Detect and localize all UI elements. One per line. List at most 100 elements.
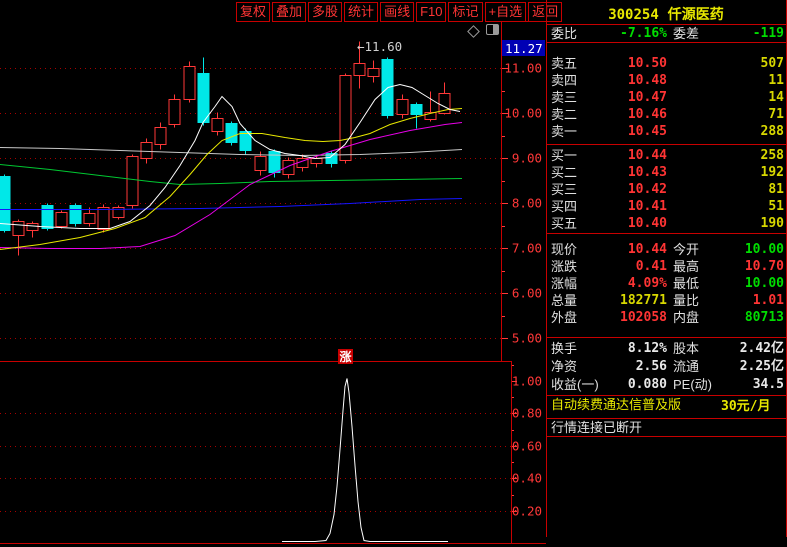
level-label: 卖二 bbox=[551, 107, 578, 122]
quote-value: 10.44 bbox=[627, 242, 667, 257]
level-volume: 258 bbox=[760, 148, 784, 163]
stat-row: 外盘 102058 内盘 80713 bbox=[547, 309, 786, 326]
quote-label: 涨跌 bbox=[551, 259, 578, 274]
quote-label: 内盘 bbox=[673, 310, 700, 325]
quote-value: 34.5 bbox=[752, 377, 784, 392]
candle-up bbox=[254, 156, 267, 171]
stat-row: 总量 182771 量比 1.01 bbox=[547, 292, 786, 309]
candle-down bbox=[197, 73, 210, 123]
level-label: 买三 bbox=[551, 182, 578, 197]
subscription-banner[interactable]: 自动续费通达信普及版 30元/月 bbox=[547, 396, 786, 418]
buy-level-row: 买三 10.42 81 bbox=[547, 181, 786, 198]
quote-label: 今开 bbox=[673, 242, 700, 257]
quote-label: 最低 bbox=[673, 276, 700, 291]
quote-value: 10.70 bbox=[744, 259, 784, 274]
price-axis-label: 8.00 bbox=[512, 196, 542, 211]
sell-level-row: 卖四 10.48 11 bbox=[547, 72, 786, 89]
quote-value: 2.25亿 bbox=[739, 359, 784, 374]
quote-value: 2.42亿 bbox=[739, 341, 784, 356]
level-volume: 81 bbox=[768, 182, 784, 197]
quote-label: 委差 bbox=[673, 26, 700, 41]
level-label: 卖三 bbox=[551, 90, 578, 105]
candle-up bbox=[367, 68, 380, 77]
stat-row: 涨跌 0.41 最高 10.70 bbox=[547, 258, 786, 275]
level-price: 10.41 bbox=[627, 199, 667, 214]
high-price-annotation: ←11.60 bbox=[357, 39, 402, 54]
candle-up bbox=[211, 118, 224, 132]
level-label: 买四 bbox=[551, 199, 578, 214]
level-price: 10.44 bbox=[627, 148, 667, 163]
sell-level-row: 卖五 10.50 507 bbox=[547, 55, 786, 72]
candle-down bbox=[410, 104, 423, 115]
main-chart[interactable]: 11.00 10.00 9.00 8.00 7.00 6.00 5.00 1.00 0.80 0.… bbox=[0, 0, 546, 547]
sub-axis-label: 0.80 bbox=[512, 406, 542, 421]
sub-axis-label: 1.00 bbox=[512, 374, 542, 389]
buy-level-row: 买一 10.44 258 bbox=[547, 147, 786, 164]
quote-value: 8.12% bbox=[627, 341, 667, 356]
level-volume: 71 bbox=[768, 107, 784, 122]
sell-level-row: 卖二 10.46 71 bbox=[547, 106, 786, 123]
quote-panel: 自动续费通达信普及版 30元/月 行情连接已断开 委比 -7.16% 委差 -119 卖… bbox=[546, 0, 787, 537]
level-volume: 288 bbox=[760, 124, 784, 139]
banner-price: 30元/月 bbox=[721, 399, 771, 414]
level-price: 10.46 bbox=[627, 107, 667, 122]
candle-up bbox=[154, 127, 167, 145]
stat-row: 换手 8.12% 股本 2.42亿 bbox=[547, 340, 786, 357]
ma-green bbox=[0, 164, 463, 186]
quote-label: 外盘 bbox=[551, 310, 578, 325]
candle-down bbox=[41, 205, 54, 229]
level-price: 10.42 bbox=[627, 182, 667, 197]
price-axis-label: 10.00 bbox=[504, 106, 542, 121]
level-price: 10.50 bbox=[627, 56, 667, 71]
ma-long-gray bbox=[0, 147, 463, 157]
quote-value: 80713 bbox=[744, 310, 784, 325]
candle-up bbox=[55, 212, 68, 227]
quote-label: 总量 bbox=[551, 293, 578, 308]
quote-label: 委比 bbox=[551, 26, 578, 41]
level-price: 10.40 bbox=[627, 216, 667, 231]
candle-down bbox=[0, 176, 11, 231]
price-axis-label: 6.00 bbox=[512, 286, 542, 301]
stat-row: 现价 10.44 今开 10.00 bbox=[547, 241, 786, 258]
quote-value: 182771 bbox=[620, 293, 667, 308]
divider bbox=[547, 337, 786, 338]
level-price: 10.48 bbox=[627, 73, 667, 88]
level-volume: 51 bbox=[768, 199, 784, 214]
divider bbox=[547, 144, 786, 145]
candle-down bbox=[69, 205, 82, 224]
level-volume: 11 bbox=[768, 73, 784, 88]
quote-label: 涨幅 bbox=[551, 276, 578, 291]
price-axis-label: 5.00 bbox=[512, 331, 542, 346]
stat-row: 净资 2.56 流通 2.25亿 bbox=[547, 358, 786, 375]
candle-up bbox=[83, 213, 96, 224]
candle-up bbox=[353, 63, 366, 76]
price-axis-label: 9.00 bbox=[512, 151, 542, 166]
candlestick-chart: 11.00 10.00 9.00 8.00 7.00 6.00 5.00 1.00 0.80 0.… bbox=[0, 21, 546, 544]
level-volume: 190 bbox=[760, 216, 784, 231]
buy-level-row: 买二 10.43 192 bbox=[547, 164, 786, 181]
level-price: 10.47 bbox=[627, 90, 667, 105]
quote-label: 换手 bbox=[551, 341, 578, 356]
quote-value: 102058 bbox=[620, 310, 667, 325]
buy-level-row: 买四 10.41 51 bbox=[547, 198, 786, 215]
quote-label: 流通 bbox=[673, 359, 700, 374]
candle-up bbox=[26, 223, 39, 231]
candle-up bbox=[12, 221, 25, 236]
price-axis-label: 11.00 bbox=[504, 61, 542, 76]
status-text: 行情连接已断开 bbox=[551, 420, 643, 435]
level-price: 10.45 bbox=[627, 124, 667, 139]
signal-badge-text: 涨 bbox=[339, 349, 351, 364]
level-label: 卖四 bbox=[551, 73, 578, 88]
weibi-row: 委比 -7.16% 委差 -119 bbox=[547, 25, 786, 42]
level-volume: 507 bbox=[760, 56, 784, 71]
divider bbox=[547, 42, 786, 43]
candle-up bbox=[168, 99, 181, 125]
divider bbox=[547, 436, 786, 437]
sell-level-row: 卖三 10.47 14 bbox=[547, 89, 786, 106]
divider bbox=[547, 395, 786, 396]
candle-up bbox=[97, 207, 110, 230]
candle-down bbox=[225, 123, 238, 143]
quote-label: 现价 bbox=[551, 242, 578, 257]
quote-label: 量比 bbox=[673, 293, 700, 308]
quote-value: 4.09% bbox=[627, 276, 667, 291]
